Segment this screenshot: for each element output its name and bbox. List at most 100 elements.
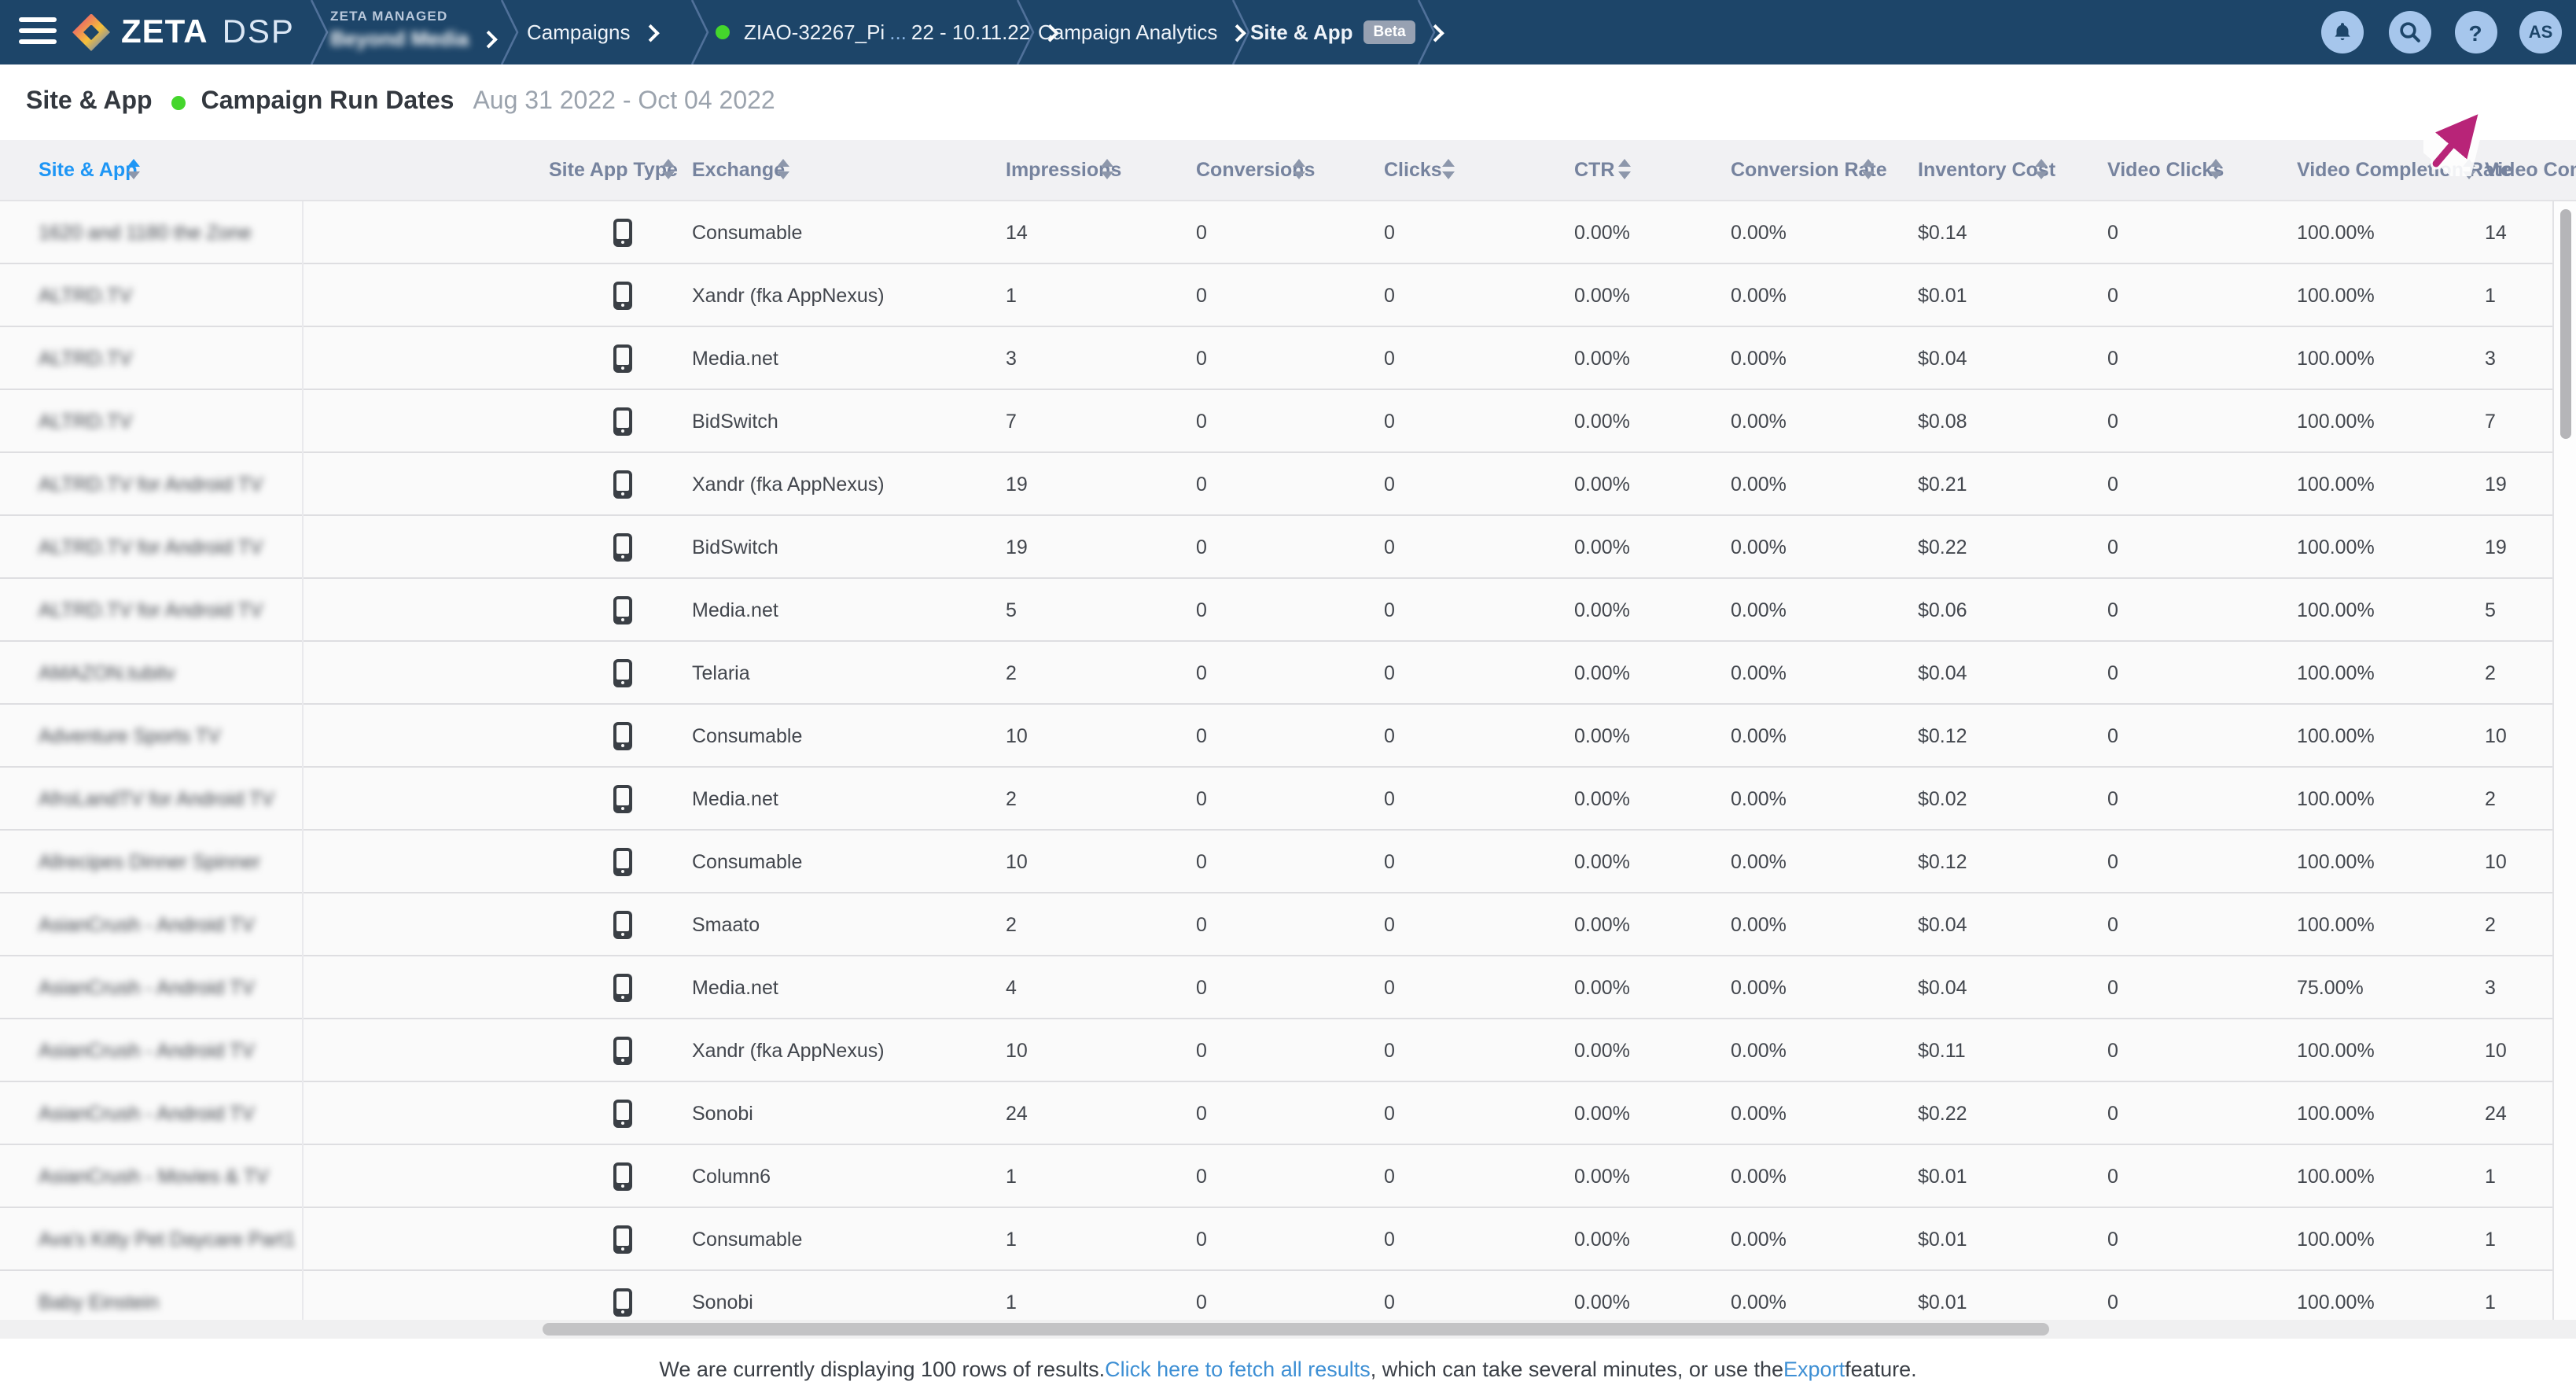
cell-video-completion-rate: 100.00% <box>2297 201 2375 263</box>
cell-conversion-rate: 0.00% <box>1731 326 1787 389</box>
notifications-button[interactable] <box>2320 11 2363 53</box>
table-row: AsianCrush - Android TVMedia.net4000.00%… <box>0 956 2552 1019</box>
breadcrumb-campaign-analytics[interactable]: Campaign Analytics <box>1038 0 1243 64</box>
cell-conversions: 0 <box>1196 389 1207 452</box>
sort-icon[interactable] <box>777 159 791 182</box>
cell-inventory-cost: $0.04 <box>1918 893 1967 956</box>
column-header-clicks[interactable]: Clicks <box>1384 140 1442 201</box>
fetch-all-results-link[interactable]: Click here to fetch all results <box>1105 1358 1371 1381</box>
breadcrumb-site-and-app[interactable]: Site & App Beta <box>1250 0 1441 64</box>
export-link[interactable]: Export <box>1783 1358 1845 1381</box>
cell-conversion-rate: 0.00% <box>1731 515 1787 578</box>
cell-exchange: Media.net <box>692 767 778 830</box>
sort-icon[interactable] <box>662 159 676 182</box>
column-header-site-app-type[interactable]: Site App Type <box>549 140 678 201</box>
mobile-device-icon <box>613 658 632 687</box>
cell-clicks: 0 <box>1384 326 1395 389</box>
cell-ctr: 0.00% <box>1574 578 1630 641</box>
cell-site-app-type <box>613 1144 632 1207</box>
breadcrumb-campaign[interactable]: ZIAO-32267_Pi ... 22 - 10.11.22 <box>716 0 1056 64</box>
sort-icon[interactable] <box>1862 159 1876 182</box>
help-button[interactable]: ? <box>2454 11 2497 53</box>
cell-conversions: 0 <box>1196 893 1207 956</box>
run-dates-label: Campaign Run Dates <box>201 88 454 116</box>
cell-site-app-type <box>613 767 632 830</box>
cell-site-app-type <box>613 201 632 263</box>
cell-conversions: 0 <box>1196 956 1207 1019</box>
sort-icon[interactable] <box>127 159 142 182</box>
managed-account-name: Beyond Media <box>330 27 469 50</box>
cell-video-completes: 10 <box>2485 830 2507 893</box>
cell-inventory-cost: $0.04 <box>1918 641 1967 704</box>
cell-clicks: 0 <box>1384 767 1395 830</box>
vertical-scrollbar[interactable] <box>2552 201 2576 1320</box>
sort-icon[interactable] <box>2035 159 2049 182</box>
page-header: Site & App Campaign Run Dates Aug 31 202… <box>0 64 2576 140</box>
mobile-device-icon <box>613 721 632 750</box>
mobile-device-icon <box>613 973 632 1001</box>
cell-conversions: 0 <box>1196 263 1207 326</box>
sort-icon[interactable] <box>2210 159 2224 182</box>
table-row: 1620 and 1180 the ZoneConsumable14000.00… <box>0 201 2552 263</box>
breadcrumb-campaigns[interactable]: Campaigns <box>527 0 657 64</box>
horizontal-scrollbar-thumb[interactable] <box>543 1323 2049 1335</box>
vertical-scrollbar-thumb[interactable] <box>2559 209 2571 439</box>
cell-conversions: 0 <box>1196 830 1207 893</box>
cell-inventory-cost: $0.01 <box>1918 1270 1967 1320</box>
mobile-device-icon <box>613 910 632 938</box>
cell-conversion-rate: 0.00% <box>1731 201 1787 263</box>
cell-site-app: Ava's Kitty Pet Daycare Part1 <box>39 1207 296 1270</box>
column-header-site-app[interactable]: Site & App <box>39 140 137 201</box>
cell-site-app-type <box>613 389 632 452</box>
cell-video-completion-rate: 100.00% <box>2297 263 2375 326</box>
cell-video-clicks: 0 <box>2107 893 2118 956</box>
brand-name: ZETA <box>121 13 208 51</box>
cell-video-clicks: 0 <box>2107 578 2118 641</box>
cell-impressions: 10 <box>1006 704 1028 767</box>
cell-ctr: 0.00% <box>1574 1207 1630 1270</box>
cell-impressions: 2 <box>1006 641 1017 704</box>
zeta-dsp-app: ZETA DSP ZETA MANAGED Beyond Media Campa… <box>0 0 2576 1400</box>
search-icon <box>2398 20 2421 44</box>
cell-video-completes: 2 <box>2485 893 2496 956</box>
user-avatar[interactable]: AS <box>2519 11 2562 53</box>
column-header-video-clicks[interactable]: Video Clicks <box>2107 140 2224 201</box>
pink-arrow-cursor <box>2423 113 2486 176</box>
cell-video-completion-rate: 100.00% <box>2297 704 2375 767</box>
cell-clicks: 0 <box>1384 830 1395 893</box>
bell-icon <box>2330 20 2353 44</box>
cell-inventory-cost: $0.02 <box>1918 767 1967 830</box>
global-search-button[interactable] <box>2388 11 2431 53</box>
cell-impressions: 2 <box>1006 893 1017 956</box>
table-row: AfroLandTV for Android TVMedia.net2000.0… <box>0 767 2552 830</box>
column-header-video-completes[interactable]: Video Compl <box>2485 140 2576 201</box>
column-header-ctr[interactable]: CTR <box>1574 140 1614 201</box>
table-header-row: Site & AppSite App TypeExchangeImpressio… <box>0 140 2576 201</box>
horizontal-scrollbar[interactable] <box>0 1320 2576 1339</box>
cell-video-completes: 3 <box>2485 326 2496 389</box>
sort-icon[interactable] <box>1293 159 1307 182</box>
cell-clicks: 0 <box>1384 1081 1395 1144</box>
cell-ctr: 0.00% <box>1574 704 1630 767</box>
mobile-device-icon <box>613 281 632 309</box>
column-header-exchange[interactable]: Exchange <box>692 140 785 201</box>
breadcrumb-managed-account[interactable]: ZETA MANAGED Beyond Media <box>330 8 495 50</box>
cell-video-completion-rate: 100.00% <box>2297 389 2375 452</box>
sort-icon[interactable] <box>1101 159 1115 182</box>
cell-site-app-type <box>613 578 632 641</box>
cell-video-clicks: 0 <box>2107 326 2118 389</box>
cell-exchange: Sonobi <box>692 1270 753 1320</box>
cell-site-app: AsianCrush - Movies & TV <box>39 1144 269 1207</box>
cell-exchange: Xandr (fka AppNexus) <box>692 1019 885 1081</box>
breadcrumb-separator <box>499 0 521 64</box>
hamburger-icon[interactable] <box>19 17 57 47</box>
brand-logo[interactable]: ZETA DSP <box>72 13 295 52</box>
mobile-device-icon <box>613 407 632 435</box>
sort-icon[interactable] <box>1442 159 1456 182</box>
sort-icon[interactable] <box>1618 159 1632 182</box>
cell-video-completion-rate: 100.00% <box>2297 1019 2375 1081</box>
cell-exchange: Column6 <box>692 1144 771 1207</box>
cell-exchange: Xandr (fka AppNexus) <box>692 263 885 326</box>
table-row: AsianCrush - Android TVXandr (fka AppNex… <box>0 1019 2552 1081</box>
cell-impressions: 7 <box>1006 389 1017 452</box>
